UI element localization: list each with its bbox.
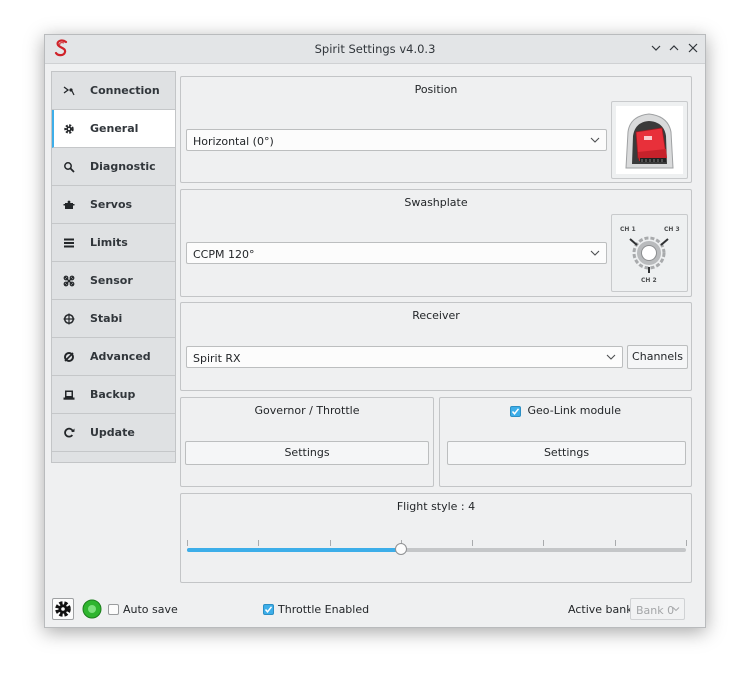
flight-style-slider[interactable] xyxy=(187,540,687,555)
governor-group: Governor / Throttle Settings xyxy=(180,397,434,487)
slider-handle[interactable] xyxy=(394,543,407,555)
connection-icon xyxy=(62,84,76,98)
receiver-title: Receiver xyxy=(412,309,460,322)
slider-tick xyxy=(543,540,545,546)
unit-mounting-image xyxy=(611,101,688,179)
flight-style-title: Flight style : 4 xyxy=(396,500,476,513)
sidebar: Connection General Diagnostic Servos Lim… xyxy=(51,71,176,463)
sidebar-item-backup[interactable]: Backup xyxy=(52,376,175,414)
sidebar-item-label: General xyxy=(90,122,139,135)
sidebar-item-label: Diagnostic xyxy=(90,160,156,173)
settings-gear-button[interactable] xyxy=(52,598,74,620)
sidebar-item-diagnostic[interactable]: Diagnostic xyxy=(52,148,175,186)
checkmark-icon xyxy=(264,606,273,613)
sidebar-item-label: Update xyxy=(90,426,135,439)
sidebar-item-label: Backup xyxy=(90,388,136,401)
sensor-icon xyxy=(62,274,76,288)
swashplate-title: Swashplate xyxy=(404,196,468,209)
geolink-group: Geo-Link module Settings xyxy=(439,397,692,487)
flight-style-group: Flight style : 4 xyxy=(180,493,692,583)
ch1-label: CH 1 xyxy=(620,226,636,233)
sidebar-item-servos[interactable]: Servos xyxy=(52,186,175,224)
slider-tick xyxy=(329,540,331,546)
active-bank-combo[interactable]: Bank 0 xyxy=(630,598,685,620)
sidebar-item-label: Servos xyxy=(90,198,133,211)
throttle-enabled-label: Throttle Enabled xyxy=(278,603,370,616)
window-title: Spirit Settings v4.0.3 xyxy=(314,42,436,56)
sidebar-item-label: Stabi xyxy=(90,312,123,325)
position-title: Position xyxy=(414,83,458,96)
chevron-down-icon xyxy=(672,607,680,612)
checkmark-icon xyxy=(511,407,520,415)
geolink-settings-button[interactable]: Settings xyxy=(447,441,686,465)
advanced-icon xyxy=(62,350,76,364)
slider-tick xyxy=(686,540,687,546)
swashplate-diagram: CH 1 CH 3 CH 2 xyxy=(611,214,688,292)
channels-button[interactable]: Channels xyxy=(627,345,688,369)
sidebar-item-update[interactable]: Update xyxy=(52,414,175,452)
status-bar: Auto save Throttle Enabled Active bank: … xyxy=(45,595,705,625)
sidebar-item-label: Limits xyxy=(90,236,128,249)
receiver-combo[interactable]: Spirit RX xyxy=(186,346,623,368)
active-bank-label: Active bank: xyxy=(568,603,637,616)
swashplate-group: Swashplate CCPM 120° CH 1 CH 3 CH 2 xyxy=(180,189,692,297)
sidebar-item-stabi[interactable]: Stabi xyxy=(52,300,175,338)
crosshair-icon xyxy=(62,312,76,326)
chevron-down-icon xyxy=(590,137,600,143)
auto-save-checkbox[interactable] xyxy=(108,604,119,615)
chevron-down-icon xyxy=(606,354,616,360)
geolink-title: Geo-Link module xyxy=(527,404,621,417)
governor-settings-button[interactable]: Settings xyxy=(185,441,429,465)
slider-tick xyxy=(614,540,616,546)
governor-title: Governor / Throttle xyxy=(254,404,360,417)
position-combo[interactable]: Horizontal (0°) xyxy=(186,129,607,151)
slider-tick xyxy=(258,540,260,546)
spirit-settings-window: Spirit Settings v4.0.3 Connection Genera… xyxy=(44,34,706,628)
ch2-label: CH 2 xyxy=(641,277,657,284)
geolink-title-row: Geo-Link module xyxy=(440,404,691,417)
flybarless-unit-icon xyxy=(616,106,683,174)
sidebar-item-limits[interactable]: Limits xyxy=(52,224,175,262)
swashplate-value: CCPM 120° xyxy=(193,248,255,261)
receiver-group: Receiver Spirit RX Channels xyxy=(180,302,692,391)
sidebar-item-connection[interactable]: Connection xyxy=(52,72,175,110)
sidebar-item-label: Connection xyxy=(90,84,160,97)
ch3-label: CH 3 xyxy=(664,226,680,233)
auto-save-label: Auto save xyxy=(123,603,178,616)
throttle-enabled-checkbox[interactable] xyxy=(263,604,274,615)
minimize-chevron-icon[interactable] xyxy=(649,41,663,55)
servo-icon xyxy=(62,198,76,212)
close-icon[interactable] xyxy=(686,41,700,55)
slider-fill xyxy=(187,548,401,552)
backup-icon xyxy=(62,388,76,402)
maximize-chevron-icon[interactable] xyxy=(667,41,681,55)
sidebar-item-label: Advanced xyxy=(90,350,151,363)
title-bar: Spirit Settings v4.0.3 xyxy=(45,35,705,64)
position-group: Position Horizontal (0°) xyxy=(180,76,692,183)
magnifier-icon xyxy=(62,160,76,174)
limits-icon xyxy=(62,236,76,250)
gear-icon xyxy=(62,122,76,136)
gear-icon xyxy=(55,601,71,617)
geolink-checkbox[interactable] xyxy=(510,405,522,417)
sidebar-item-sensor[interactable]: Sensor xyxy=(52,262,175,300)
active-bank-value: Bank 0 xyxy=(636,604,675,617)
refresh-icon xyxy=(62,426,76,440)
sidebar-item-label: Sensor xyxy=(90,274,133,287)
connection-status-led-icon xyxy=(82,599,102,619)
swashplate-combo[interactable]: CCPM 120° xyxy=(186,242,607,264)
sidebar-item-advanced[interactable]: Advanced xyxy=(52,338,175,376)
position-value: Horizontal (0°) xyxy=(193,135,274,148)
slider-tick xyxy=(187,540,188,546)
slider-tick xyxy=(472,540,474,546)
receiver-value: Spirit RX xyxy=(193,352,241,365)
chevron-down-icon xyxy=(590,250,600,256)
sidebar-item-general[interactable]: General xyxy=(52,110,175,148)
